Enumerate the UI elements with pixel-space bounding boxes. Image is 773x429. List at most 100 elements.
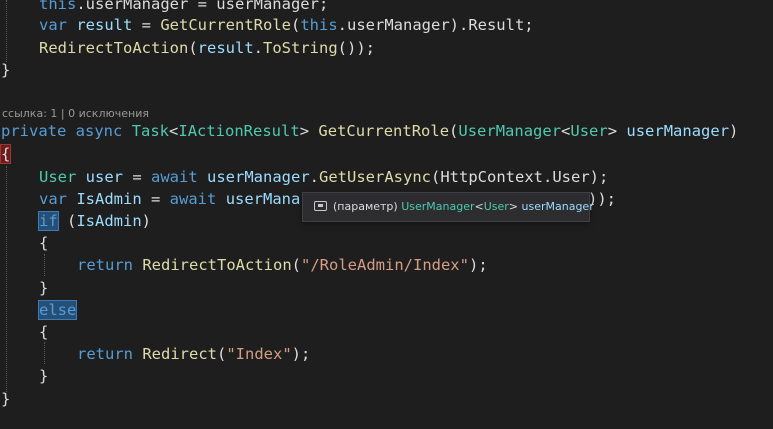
text-cursor: [76, 301, 78, 318]
tooltip-generic-type[interactable]: User: [484, 200, 509, 213]
keyword: return: [77, 256, 133, 274]
indent-guide: [44, 342, 45, 364]
closing-brace: }: [1, 390, 11, 408]
code-text: (: [449, 122, 459, 140]
code-text: ());: [337, 39, 375, 57]
code-text: (: [431, 168, 441, 186]
method-name: RedirectToAction: [39, 39, 189, 57]
keyword: return: [77, 345, 133, 363]
code-text: .: [309, 168, 320, 186]
keyword: this: [300, 16, 338, 34]
code-text: (: [57, 212, 77, 230]
code-line[interactable]: }: [1, 59, 10, 81]
code-text: (: [188, 39, 198, 57]
type-name: IActionResult: [178, 122, 300, 140]
variable: IsAdmin: [76, 190, 142, 208]
keyword: private: [1, 122, 67, 140]
method-name: GetCurrentRole: [160, 16, 291, 34]
code-line[interactable]: this.userManager = userManager;: [39, 0, 328, 15]
code-line[interactable]: User user = await userManager.GetUserAsy…: [39, 166, 608, 188]
keyword-highlighted: else: [37, 300, 78, 320]
code-text: >: [299, 122, 310, 140]
code-line[interactable]: return RedirectToAction("/RoleAdmin/Inde…: [77, 254, 488, 276]
keyword: var: [39, 16, 67, 34]
variable: result: [197, 39, 254, 57]
variable: user: [85, 168, 123, 186]
code-text: =: [123, 168, 151, 186]
code-text: .userManager).Result;: [337, 16, 534, 34]
indent-guide: [6, 0, 7, 62]
opening-brace: {: [39, 323, 49, 341]
tooltip-parameter-name: userManager: [521, 200, 594, 213]
type-name: User: [570, 122, 608, 140]
string-literal: "Index": [226, 345, 292, 363]
tooltip-text: <: [474, 200, 484, 213]
quick-info-tooltip[interactable]: (параметр) UserManager<User> userManager: [302, 192, 594, 222]
closing-brace: }: [39, 367, 49, 385]
code-text: (: [217, 345, 227, 363]
method-name: ToString: [263, 39, 338, 57]
code-editor[interactable]: this.userManager = userManager; var resu…: [0, 0, 773, 429]
tooltip-text: >: [508, 200, 522, 213]
code-line[interactable]: var result = GetCurrentRole(this.userMan…: [39, 14, 534, 36]
code-line[interactable]: {: [0, 143, 12, 165]
code-text: (: [291, 256, 301, 274]
code-line[interactable]: {: [39, 321, 48, 343]
code-line[interactable]: else: [37, 299, 78, 321]
code-text: );: [291, 345, 311, 363]
code-text: <: [169, 122, 179, 140]
code-text: (: [291, 16, 301, 34]
code-text: .userManager = userManager;: [76, 0, 329, 13]
method-name: RedirectToAction: [142, 256, 292, 274]
closing-brace: }: [1, 61, 11, 79]
codelens-separator: |: [57, 107, 69, 120]
code-text: <: [561, 122, 571, 140]
code-line[interactable]: var IsAdmin = await userMana: [39, 188, 300, 210]
keyword: await: [169, 190, 217, 208]
code-text: HttpContext.User: [440, 168, 590, 186]
keyword: var: [39, 190, 67, 208]
code-text: );: [468, 256, 488, 274]
code-line[interactable]: }: [1, 388, 10, 410]
method-name: Redirect: [142, 345, 217, 363]
closing-brace: }: [39, 279, 49, 297]
opening-brace: {: [39, 234, 49, 252]
code-line[interactable]: RedirectToAction(result.ToString());: [39, 37, 375, 59]
code-text: ): [141, 212, 152, 230]
code-line[interactable]: if (IsAdmin): [38, 210, 152, 232]
variable: result: [76, 16, 133, 34]
keyword: this: [39, 0, 77, 13]
variable: userManager: [207, 168, 310, 186]
code-text: =: [141, 190, 170, 208]
type-name: UserManager: [458, 122, 562, 140]
codelens-exceptions-link[interactable]: 0 исключения: [68, 107, 149, 120]
matching-brace: {: [0, 144, 12, 164]
code-text: >: [607, 122, 618, 140]
code-line[interactable]: {: [39, 232, 48, 254]
code-line[interactable]: }: [39, 365, 48, 387]
code-text: .: [253, 39, 263, 57]
code-line[interactable]: }: [39, 277, 48, 299]
tooltip-prefix: (параметр): [333, 200, 402, 213]
indent-guide: [44, 254, 45, 276]
code-text: );: [589, 168, 609, 186]
method-name: GetCurrentRole: [318, 122, 450, 140]
codelens-references-link[interactable]: ссылка: 1: [2, 107, 57, 120]
variable: IsAdmin: [76, 212, 142, 230]
code-line[interactable]: private async Task<IActionResult> GetCur…: [1, 120, 738, 142]
type-name: Task: [131, 122, 170, 140]
keyword: await: [151, 168, 198, 186]
keyword-highlighted: if: [38, 211, 59, 231]
code-line[interactable]: return Redirect("Index");: [77, 343, 310, 365]
keyword: async: [75, 122, 123, 140]
indent-guide: [6, 166, 7, 394]
parameter-name: userManager: [626, 122, 730, 140]
variable: userMana: [225, 190, 301, 208]
tooltip-type[interactable]: UserManager: [401, 200, 474, 213]
type-name: User: [39, 168, 77, 186]
parameter-icon: [314, 201, 327, 211]
string-literal: "/RoleAdmin/Index": [301, 256, 469, 274]
code-text: ): [729, 122, 739, 140]
code-text: =: [132, 16, 161, 34]
method-name: GetUserAsync: [319, 168, 431, 186]
